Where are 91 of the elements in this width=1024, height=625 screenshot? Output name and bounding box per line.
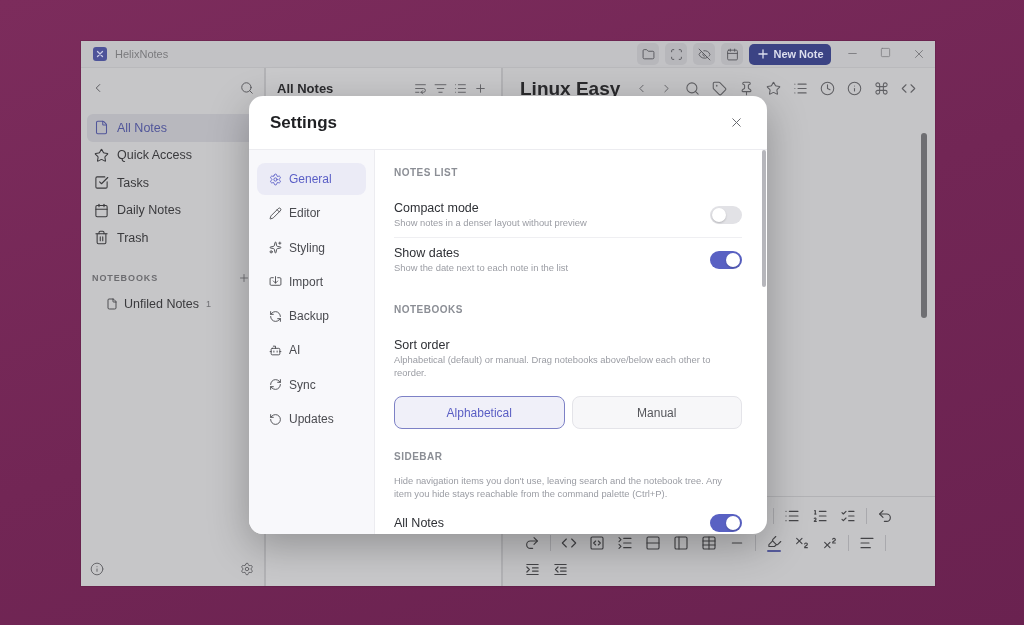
list-icon[interactable] <box>793 80 808 96</box>
hide-button[interactable] <box>693 43 715 65</box>
settings-icon <box>269 172 282 186</box>
indent-icon[interactable] <box>524 562 540 577</box>
setting-label: Show dates <box>394 245 461 261</box>
stacked-rows-icon[interactable] <box>645 534 661 551</box>
settings-nav-item[interactable]: AI <box>257 334 366 367</box>
settings-nav-item[interactable]: Import <box>257 265 366 298</box>
numbered-list-icon[interactable] <box>811 507 828 524</box>
pencil-icon <box>269 206 282 220</box>
sidebar-item[interactable]: Daily Notes <box>87 196 258 224</box>
filter-lines-icon[interactable] <box>434 81 447 95</box>
checkbox-icon <box>94 175 109 191</box>
section-heading: SIDEBAR <box>394 450 444 464</box>
pane-title: All Notes <box>277 80 334 96</box>
redo-icon[interactable] <box>524 534 540 551</box>
option-button[interactable]: Manual <box>571 396 742 429</box>
calendar-icon <box>725 47 739 61</box>
table-icon[interactable] <box>701 534 717 551</box>
scrollbar-thumb[interactable] <box>762 150 766 287</box>
clock-icon[interactable] <box>820 80 835 96</box>
scrollbar-thumb[interactable] <box>921 133 927 318</box>
section-heading: NOTES LIST <box>394 166 459 180</box>
code-block-icon[interactable] <box>589 534 605 551</box>
settings-nav-item[interactable]: Editor <box>257 197 366 230</box>
sidebar-item[interactable]: Quick Access <box>87 141 258 169</box>
sidebar-item[interactable]: Trash <box>87 224 258 252</box>
note-count: 1 <box>206 298 212 309</box>
settings-icon[interactable] <box>240 562 254 576</box>
close-button[interactable] <box>729 115 744 130</box>
setting-label: All Notes <box>394 515 445 531</box>
sidebar-item[interactable]: Tasks <box>87 169 258 197</box>
robot-icon <box>269 344 282 357</box>
new-note-button[interactable]: New Note <box>749 43 831 65</box>
star-icon <box>94 147 109 163</box>
folder-button[interactable] <box>637 43 659 65</box>
section-description: Hide navigation items you don't use, leaving search and the notebook tree. Any item you hide stays reachable from the command palette (Ctrl+P). <box>394 475 724 500</box>
option-button[interactable]: Alphabetical <box>394 396 565 429</box>
chevron-list-icon[interactable] <box>617 534 633 551</box>
toggle-switch[interactable] <box>710 205 742 224</box>
pin-icon[interactable] <box>739 80 754 96</box>
info-icon[interactable] <box>90 562 104 576</box>
list-icon[interactable] <box>454 81 467 95</box>
setting-description: Alphabetical (default) or manual. Drag notebooks above/below each other to reorder. <box>394 353 712 379</box>
counterclockwise-arrow-icon <box>269 412 282 426</box>
outdent-icon[interactable] <box>552 562 568 577</box>
tag-icon[interactable] <box>712 80 727 96</box>
setting-description: Show the date next to each note in the list <box>394 261 569 274</box>
wrap-text-icon[interactable] <box>414 81 427 95</box>
search-icon[interactable] <box>685 80 700 96</box>
plus-icon <box>756 47 771 61</box>
section-heading: NOTEBOOKS <box>394 303 464 317</box>
settings-nav-item[interactable]: Sync <box>257 368 366 401</box>
app-logo-icon <box>93 47 107 61</box>
fullscreen-button[interactable] <box>665 43 687 65</box>
undo-icon[interactable] <box>876 507 893 524</box>
settings-nav-item[interactable]: General <box>257 163 366 195</box>
plus-icon[interactable] <box>238 271 250 284</box>
circular-arrows-icon <box>269 309 282 323</box>
section-heading: NOTEBOOKS <box>92 272 159 283</box>
close-icon <box>729 115 744 130</box>
calendar-button[interactable] <box>721 43 743 65</box>
sparkles-icon <box>269 241 282 255</box>
side-panel-icon[interactable] <box>673 534 689 551</box>
circular-arrows-icon <box>269 378 282 392</box>
search-icon[interactable] <box>240 81 254 95</box>
crossed-eye-icon <box>697 47 711 61</box>
settings-nav-item[interactable]: Updates <box>257 403 366 436</box>
calendar-icon <box>94 202 109 218</box>
trash-icon <box>94 230 109 246</box>
setting-label: Compact mode <box>394 200 480 216</box>
plus-icon[interactable] <box>474 81 487 95</box>
settings-nav-item[interactable]: Backup <box>257 300 366 333</box>
folder-icon <box>641 47 655 61</box>
highlighter-icon[interactable] <box>766 533 782 552</box>
info-icon[interactable] <box>847 80 862 96</box>
command-icon[interactable] <box>874 80 889 96</box>
file-icon <box>94 120 109 136</box>
import-icon <box>269 275 282 289</box>
setting-label: Sort order <box>394 337 451 353</box>
notebook-item[interactable]: Unfiled Notes 1 <box>87 291 258 316</box>
setting-description: Show notes in a denser layout without preview <box>394 216 587 229</box>
app-name: HelixNotes <box>115 48 169 60</box>
frame-corners-icon <box>669 47 683 61</box>
settings-nav-item[interactable]: Styling <box>257 231 366 264</box>
star-icon[interactable] <box>766 80 781 96</box>
toggle-switch[interactable] <box>710 514 742 532</box>
note-title: Linux Easy <box>520 78 621 98</box>
file-icon <box>106 297 118 310</box>
toggle-switch[interactable] <box>710 250 742 269</box>
dialog-title: Settings <box>270 112 338 133</box>
